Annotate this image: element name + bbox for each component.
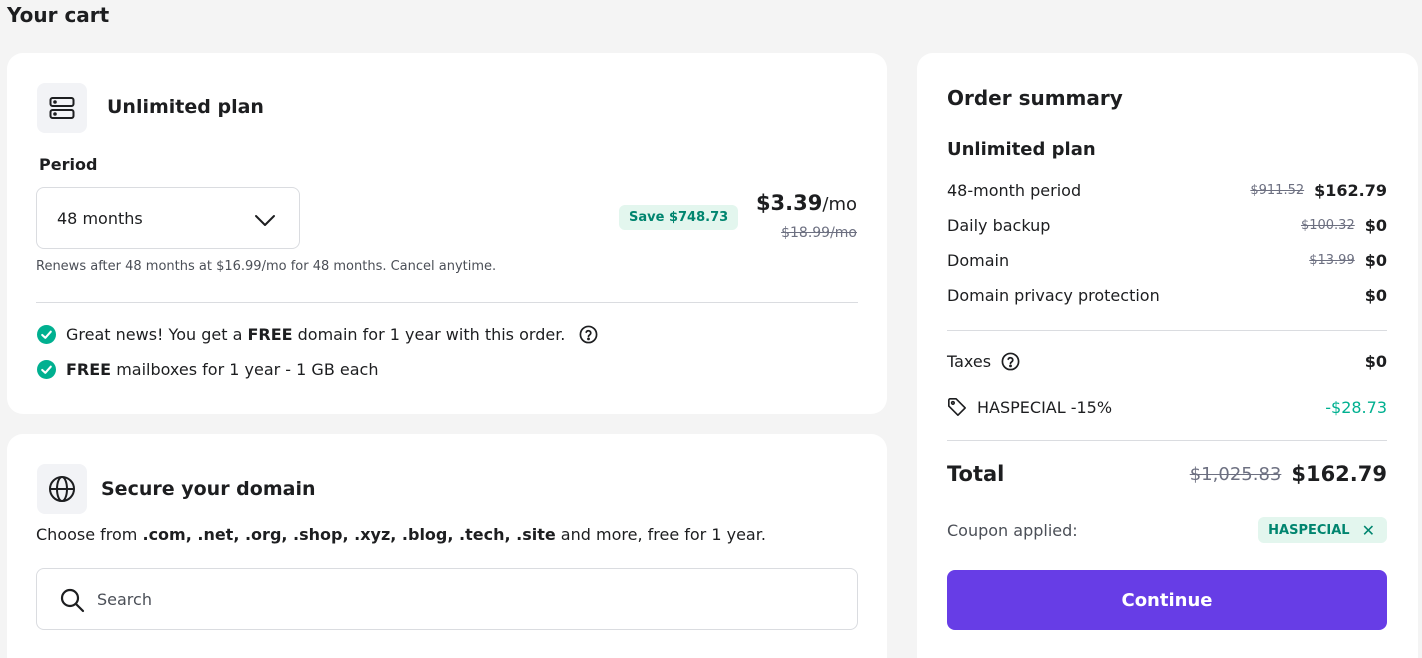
price-amount: $3.39 <box>755 191 823 215</box>
feature-text: Great news! You get a FREE domain for 1 … <box>66 325 566 344</box>
help-circle-icon[interactable] <box>1001 352 1020 371</box>
summary-row: 48-month period $911.52 $162.79 <box>947 181 1387 200</box>
coupon-code: HASPECIAL <box>1268 522 1350 538</box>
divider <box>36 302 858 303</box>
domain-search-input[interactable] <box>97 569 837 629</box>
summary-row: Domain privacy protection $0 <box>947 286 1387 305</box>
search-icon <box>60 588 85 613</box>
help-circle-icon[interactable] <box>579 325 598 344</box>
check-circle-icon <box>37 325 56 344</box>
coupon-chip: HASPECIAL ✕ <box>1258 517 1387 543</box>
total-row: Total $1,025.83 $162.79 <box>947 462 1387 486</box>
row-label: 48-month period <box>947 181 1082 200</box>
row-old-price: $911.52 <box>1250 183 1305 198</box>
order-summary-card: Order summary Unlimited plan 48-month pe… <box>917 53 1418 658</box>
row-value: $0 <box>1364 251 1387 270</box>
period-label: Period <box>39 155 98 174</box>
period-select[interactable]: 48 months <box>36 187 300 249</box>
coupon-applied-label: Coupon applied: <box>947 520 1078 540</box>
row-old-price: $13.99 <box>1309 253 1355 268</box>
globe-icon <box>37 464 87 514</box>
summary-row: Domain $13.99 $0 <box>947 251 1387 270</box>
total-label: Total <box>947 462 1005 486</box>
coupon-discount-value: -$28.73 <box>1325 397 1387 417</box>
row-value: $0 <box>1364 286 1387 305</box>
total-value: $162.79 <box>1291 462 1387 486</box>
row-old-price: $100.32 <box>1300 218 1355 233</box>
domain-search-box[interactable] <box>36 568 858 630</box>
chevron-down-icon <box>253 208 277 236</box>
row-label: Daily backup <box>947 216 1051 235</box>
price-now: $3.39/mo <box>756 191 857 215</box>
coupon-discount-row: HASPECIAL -15% -$28.73 <box>947 397 1387 417</box>
price-old: $18.99/mo <box>781 225 857 241</box>
total-old-price: $1,025.83 <box>1189 463 1282 485</box>
coupon-applied-row: Coupon applied: HASPECIAL ✕ <box>947 517 1387 543</box>
plan-title: Unlimited plan <box>107 96 264 118</box>
server-icon <box>37 83 87 133</box>
taxes-row: Taxes $0 <box>947 352 1387 371</box>
price-unit: /mo <box>822 194 857 215</box>
summary-row: Daily backup $100.32 $0 <box>947 216 1387 235</box>
feature-item: FREE mailboxes for 1 year - 1 GB each <box>37 360 378 379</box>
domain-card: Secure your domain Choose from .com, .ne… <box>7 434 887 658</box>
row-label: Domain <box>947 251 1010 270</box>
summary-title: Order summary <box>947 86 1123 110</box>
row-label: Domain privacy protection <box>947 286 1160 305</box>
row-value: $162.79 <box>1314 181 1387 200</box>
taxes-value: $0 <box>1364 352 1387 371</box>
domain-description: Choose from .com, .net, .org, .shop, .xy… <box>36 525 766 544</box>
feature-text: FREE mailboxes for 1 year - 1 GB each <box>66 360 379 379</box>
coupon-label: HASPECIAL -15% <box>977 397 1113 417</box>
divider <box>947 440 1387 441</box>
close-icon[interactable]: ✕ <box>1362 521 1375 540</box>
row-value: $0 <box>1364 216 1387 235</box>
renew-note: Renews after 48 months at $16.99/mo for … <box>36 259 497 274</box>
period-value: 48 months <box>57 209 143 228</box>
divider <box>947 330 1387 331</box>
summary-plan-name: Unlimited plan <box>947 139 1096 160</box>
continue-button[interactable]: Continue <box>947 570 1387 630</box>
save-badge: Save $748.73 <box>619 205 739 230</box>
plan-card: Unlimited plan Period 48 months Renews a… <box>7 53 887 414</box>
feature-item: Great news! You get a FREE domain for 1 … <box>37 325 598 344</box>
tag-icon <box>948 398 966 416</box>
page-title: Your cart <box>7 3 110 27</box>
domain-title: Secure your domain <box>101 478 316 500</box>
check-circle-icon <box>37 360 56 379</box>
taxes-label: Taxes <box>947 352 1365 371</box>
